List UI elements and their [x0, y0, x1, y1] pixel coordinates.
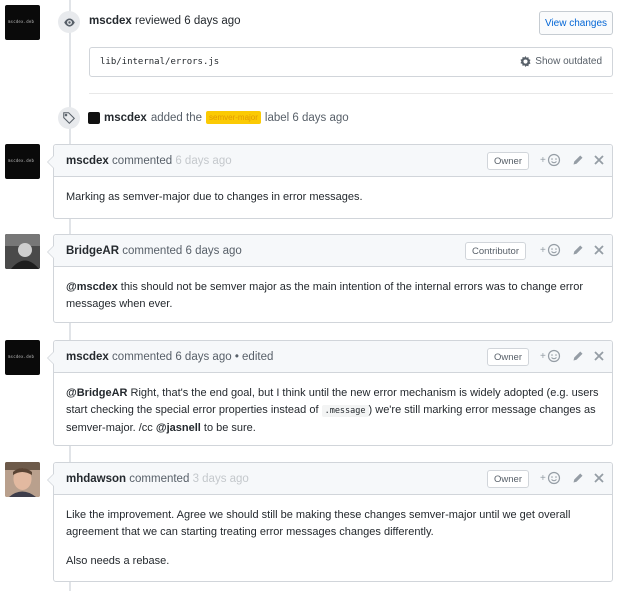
add-reaction-icon[interactable]: + [540, 153, 562, 167]
comment-title: BridgeAR commented 6 days ago [66, 245, 242, 257]
comment-text: Marking as semver-major due to changes i… [66, 191, 363, 203]
comment-body: @BridgeAR Right, that's the end goal, bu… [54, 373, 612, 449]
edited-indicator[interactable]: • edited [235, 351, 274, 363]
comment-actions: + [540, 471, 604, 485]
comment-verb: commented [112, 155, 173, 167]
comment: BridgeAR commented 6 days ago Contributo… [47, 234, 613, 325]
divider [89, 93, 613, 94]
comment-time[interactable]: 6 days ago [175, 351, 231, 363]
user-mention[interactable]: @jasnell [156, 422, 201, 434]
comment-time[interactable]: 6 days ago [175, 155, 231, 167]
pencil-icon[interactable] [572, 244, 584, 256]
comment-text: to be sure. [200, 422, 256, 434]
user-mention[interactable]: @BridgeAR [66, 387, 127, 399]
label-event-action-prefix: added the [150, 111, 203, 124]
comment-author[interactable]: mscdex [66, 351, 109, 363]
file-path[interactable]: lib/internal/errors.js [100, 57, 219, 67]
gear-icon [520, 56, 531, 67]
review-action: reviewed [135, 15, 182, 27]
review-header: mscdex reviewed 6 days ago [89, 15, 241, 27]
pencil-icon[interactable] [572, 472, 584, 484]
comment-body: Marking as semver-major due to changes i… [54, 177, 612, 218]
review-author[interactable]: mscdex [89, 15, 132, 27]
label-event: mscdex added the semver-major label 6 da… [88, 111, 349, 124]
svg-text:+: + [540, 155, 546, 166]
role-badge: Owner [487, 470, 529, 488]
comment: mhdawson commented 3 days ago Owner + Li… [47, 462, 613, 582]
avatar[interactable] [5, 234, 40, 269]
show-outdated-button[interactable]: Show outdated [520, 56, 602, 67]
comment-header: BridgeAR commented 6 days ago Contributo… [54, 235, 612, 267]
comment-actions: + [540, 349, 604, 363]
comment-verb: commented [122, 245, 183, 257]
comment: mscdex commented 6 days ago Owner + Mark… [47, 144, 613, 219]
comment-title: mscdex commented 6 days ago [66, 155, 232, 167]
comment-paragraph: Also needs a rebase. [66, 555, 170, 567]
comment-title: mhdawson commented 3 days ago [66, 473, 249, 485]
comment-text: this should not be semver major as the m… [66, 281, 583, 310]
mini-avatar[interactable] [88, 111, 100, 124]
svg-text:+: + [540, 351, 546, 362]
comment-title: mscdex commented 6 days ago • edited [66, 351, 273, 363]
svg-text:+: + [540, 245, 546, 256]
comment-author[interactable]: mscdex [66, 155, 109, 167]
role-badge: Owner [487, 152, 529, 170]
add-reaction-icon[interactable]: + [540, 243, 562, 257]
add-reaction-icon[interactable]: + [540, 471, 562, 485]
close-icon[interactable] [594, 473, 604, 483]
comment-header: mscdex commented 6 days ago Owner + [54, 145, 612, 177]
user-mention[interactable]: @mscdex [66, 281, 118, 293]
comment: mscdex commented 6 days ago • edited Own… [47, 340, 613, 449]
avatar[interactable]: mscdex.deb [5, 340, 40, 375]
avatar[interactable] [5, 462, 40, 497]
label-event-action-suffix: label 6 days ago [264, 111, 349, 124]
label-pill[interactable]: semver-major [206, 111, 261, 124]
review-badge [58, 11, 80, 33]
review-file-box: lib/internal/errors.js Show outdated [89, 47, 613, 77]
role-badge: Owner [487, 348, 529, 366]
comment-body: Like the improvement. Agree we should st… [54, 495, 612, 582]
comment-actions: + [540, 153, 604, 167]
avatar-text: mscdex.deb [8, 19, 35, 24]
label-event-author[interactable]: mscdex [104, 112, 147, 124]
inline-code: .message [321, 405, 369, 417]
comment-author[interactable]: BridgeAR [66, 245, 119, 257]
close-icon[interactable] [594, 245, 604, 255]
comment-time[interactable]: 6 days ago [186, 245, 242, 257]
comment-verb: commented [112, 351, 173, 363]
label-badge [58, 107, 80, 129]
svg-text:+: + [540, 473, 546, 484]
pencil-icon[interactable] [572, 350, 584, 362]
show-outdated-label: Show outdated [535, 56, 602, 67]
comment-header: mscdex commented 6 days ago • edited Own… [54, 341, 612, 373]
close-icon[interactable] [594, 351, 604, 361]
eye-icon [63, 17, 75, 27]
avatar-photo [5, 462, 40, 497]
tag-icon [63, 112, 75, 124]
comment-body: @mscdex this should not be semver major … [54, 267, 612, 325]
comment-verb: commented [129, 473, 190, 485]
avatar[interactable]: mscdex.deb [5, 144, 40, 179]
pencil-icon[interactable] [572, 154, 584, 166]
avatar[interactable]: mscdex.deb [5, 5, 40, 40]
avatar-text: mscdex.deb [8, 158, 35, 163]
comment-paragraph: Like the improvement. Agree we should st… [66, 509, 571, 538]
role-badge: Contributor [465, 242, 526, 260]
view-changes-button[interactable]: View changes [539, 11, 613, 35]
close-icon[interactable] [594, 155, 604, 165]
comment-header: mhdawson commented 3 days ago Owner + [54, 463, 612, 495]
avatar-photo [5, 234, 40, 269]
comment-author[interactable]: mhdawson [66, 473, 126, 485]
add-reaction-icon[interactable]: + [540, 349, 562, 363]
avatar-text: mscdex.deb [8, 354, 35, 359]
review-time[interactable]: 6 days ago [184, 15, 240, 27]
comment-time[interactable]: 3 days ago [193, 473, 249, 485]
comment-actions: + [540, 243, 604, 257]
